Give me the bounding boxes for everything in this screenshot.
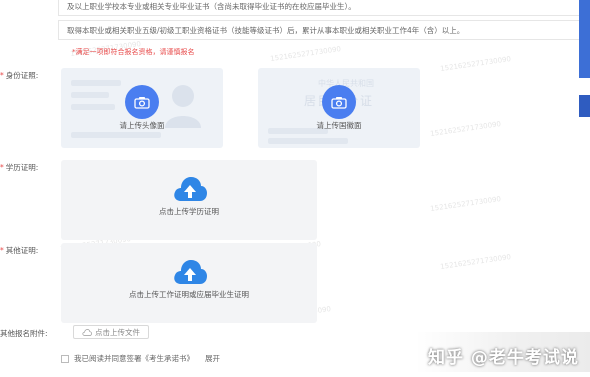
required-asterisk: * [0, 71, 4, 80]
upload-file-button[interactable]: 点击上传文件 [73, 325, 149, 339]
camera-icon [322, 85, 356, 119]
id-front-caption: 请上传头像面 [119, 121, 165, 130]
education-caption: 点击上传学历证明 [159, 207, 219, 216]
condition-option-1[interactable]: 及以上职业学校本专业或相关专业毕业证书（含尚未取得毕业证书的在校应届毕业生）。 [58, 0, 580, 16]
agreement-text: 我已阅读并同意签署《考生承诺书》 [74, 354, 194, 363]
education-label: * 学历证明: [0, 163, 39, 172]
other-proof-caption: 点击上传工作证明或应届毕业生证明 [129, 290, 249, 299]
eligibility-hint: *满足一项即符合报名资格，请谨慎报名 [72, 48, 195, 56]
other-proof-upload[interactable]: 点击上传工作证明或应届毕业生证明 [61, 243, 317, 323]
id-card-label: * 身份证照: [0, 71, 39, 80]
id-back-caption: 请上传国徽面 [316, 121, 362, 130]
cloud-icon [82, 328, 92, 336]
other-proof-label: * 其他证明: [0, 246, 39, 255]
expand-link[interactable]: 展开 [205, 353, 220, 364]
required-asterisk: * [0, 246, 4, 255]
agreement-checkbox[interactable] [61, 354, 69, 363]
attachments-label: 其他报名附件: [0, 329, 48, 338]
brand-watermark: 知乎 @老牛考试说 [428, 348, 579, 368]
condition-option-2[interactable]: 取得本职业或相关职业五级/初级工职业资格证书（技能等级证书）后，累计从事本职业或… [58, 20, 580, 40]
watermark: 1521625271730090 [439, 253, 512, 271]
side-panel-tab[interactable] [579, 0, 590, 78]
watermark: 1521625271730090 [429, 195, 502, 213]
side-panel-tab[interactable] [579, 95, 590, 117]
condition-text: 及以上职业学校本专业或相关专业毕业证书（含尚未取得毕业证书的在校应届毕业生）。 [67, 2, 356, 11]
required-asterisk: * [0, 163, 4, 172]
agreement-row: 我已阅读并同意签署《考生承诺书》 展开 [61, 353, 220, 364]
camera-icon [125, 85, 159, 119]
education-upload[interactable]: 点击上传学历证明 [61, 160, 317, 240]
watermark: 1521625271730090 [439, 55, 512, 73]
upload-file-label: 点击上传文件 [95, 327, 140, 337]
id-back-upload[interactable]: 中华人民共和国 居民身份证 请上传国徽面 [258, 68, 420, 148]
id-front-upload[interactable]: 请上传头像面 [61, 68, 223, 148]
cloud-upload-icon [174, 177, 207, 201]
registration-form: 1521625271730090 1521625271730090 152162… [0, 0, 590, 377]
watermark: 1521625271730090 [269, 45, 342, 63]
cloud-upload-icon [174, 260, 207, 284]
condition-text: 取得本职业或相关职业五级/初级工职业资格证书（技能等级证书）后，累计从事本职业或… [67, 26, 465, 35]
watermark: 1521625271730090 [429, 120, 502, 138]
